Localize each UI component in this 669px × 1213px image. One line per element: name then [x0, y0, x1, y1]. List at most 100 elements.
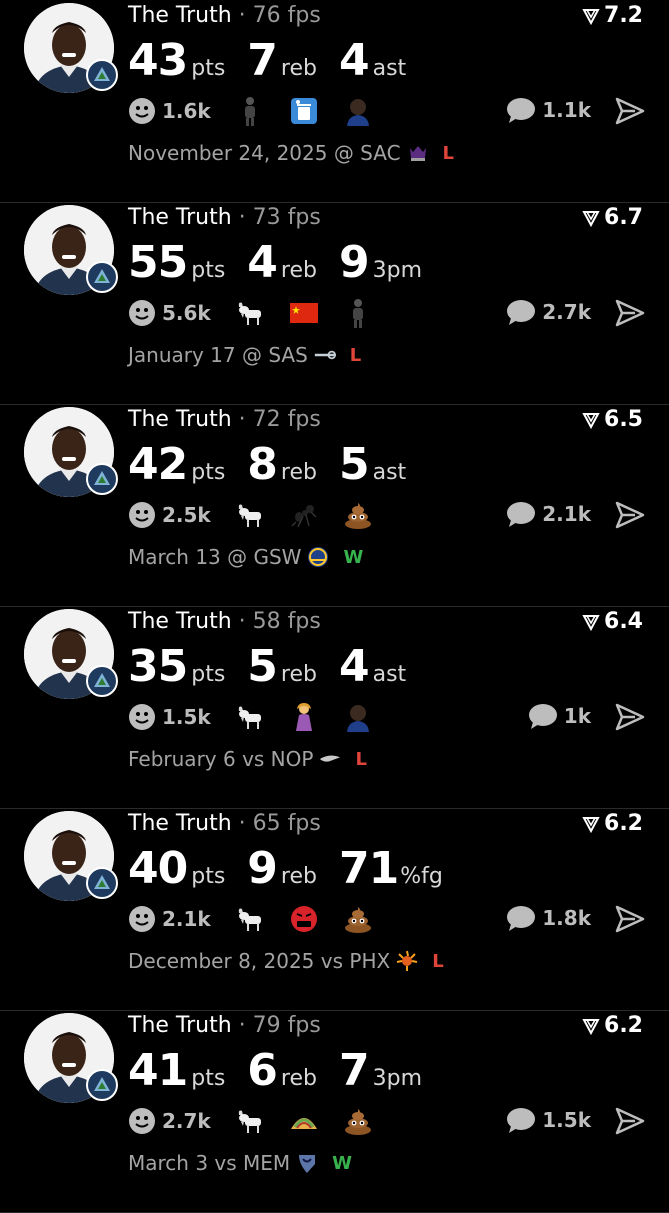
stat-unit: reb: [280, 56, 317, 81]
comment-icon: [507, 98, 536, 123]
post-card[interactable]: The Truth · 76 fps 7.2 43 pts 7 reb 4 ast 1.6…: [0, 1, 669, 203]
spurs-logo-icon: [314, 344, 336, 366]
goat-icon[interactable]: [233, 1106, 267, 1136]
like-count: 2.1k: [162, 907, 211, 931]
game-info[interactable]: December 8, 2025 vs PHX L: [128, 949, 444, 973]
smiley-react-icon[interactable]: [128, 703, 156, 731]
comment-icon: [528, 704, 557, 729]
poop-icon[interactable]: [341, 904, 375, 934]
game-label: March 3 vs MEM: [128, 1151, 291, 1175]
game-info[interactable]: February 6 vs NOP L: [128, 747, 367, 771]
stat-unit: %fg: [400, 864, 443, 889]
smiley-react-icon[interactable]: [128, 905, 156, 933]
smiley-react-icon[interactable]: [128, 299, 156, 327]
stat-value: 40: [128, 843, 188, 894]
player-silhouette-icon[interactable]: [341, 298, 375, 328]
stat-line: 41 pts 6 reb 7 3pm: [128, 1045, 444, 1096]
game-info[interactable]: January 17 @ SAS L: [128, 343, 361, 367]
comment-icon: [507, 1108, 536, 1133]
china-flag-icon[interactable]: [287, 298, 321, 328]
result-badge: W: [332, 1152, 353, 1174]
send-icon[interactable]: [615, 703, 645, 731]
ant-icon[interactable]: [287, 500, 321, 530]
rating-value: 6.4: [604, 609, 643, 634]
author-name[interactable]: The Truth: [128, 1013, 232, 1038]
stat-value: 42: [128, 439, 188, 490]
stat-unit: pts: [191, 460, 226, 485]
like-count: 1.5k: [162, 705, 211, 729]
game-info[interactable]: March 13 @ GSW W: [128, 545, 363, 569]
comment-count: 1.1k: [542, 98, 591, 122]
send-icon[interactable]: [615, 905, 645, 933]
send-icon[interactable]: [615, 1107, 645, 1135]
goat-icon[interactable]: [233, 500, 267, 530]
like-count: 2.5k: [162, 503, 211, 527]
stat-unit: 3pm: [372, 1066, 423, 1091]
trash-can-icon[interactable]: [287, 96, 321, 126]
fps-label: · 79 fps: [231, 1013, 321, 1038]
cursing-face-icon[interactable]: [287, 904, 321, 934]
poop-icon[interactable]: [341, 500, 375, 530]
woman-emoji-icon[interactable]: [287, 702, 321, 732]
team-badge-icon: [86, 261, 118, 293]
suns-logo-icon: [396, 950, 418, 972]
post-card[interactable]: The Truth · 73 fps 6.7 55 pts 4 reb 9 3pm 5.6…: [0, 203, 669, 405]
stat-unit: reb: [280, 258, 317, 283]
player-portrait-icon[interactable]: [341, 96, 375, 126]
goat-icon[interactable]: [233, 702, 267, 732]
taco-icon[interactable]: [287, 1106, 321, 1136]
stat-unit: reb: [280, 1066, 317, 1091]
goat-icon[interactable]: [233, 298, 267, 328]
game-label: December 8, 2025 vs PHX: [128, 949, 391, 973]
send-icon[interactable]: [615, 299, 645, 327]
comments-button[interactable]: 1.5k: [506, 1106, 591, 1134]
game-info[interactable]: November 24, 2025 @ SAC L: [128, 141, 454, 165]
game-info[interactable]: March 3 vs MEM W: [128, 1151, 352, 1175]
comment-icon: [507, 300, 536, 325]
post-card[interactable]: The Truth · 72 fps 6.5 42 pts 8 reb 5 ast 2.5…: [0, 405, 669, 607]
post-card[interactable]: The Truth · 79 fps 6.2 41 pts 6 reb 7 3pm 2.7…: [0, 1011, 669, 1213]
reactions-bar: 1.5k: [128, 702, 395, 732]
result-badge: L: [349, 344, 362, 366]
game-label: February 6 vs NOP: [128, 747, 314, 771]
author-name[interactable]: The Truth: [128, 407, 232, 432]
smiley-react-icon[interactable]: [128, 501, 156, 529]
post-card[interactable]: The Truth · 58 fps 6.4 35 pts 5 reb 4 ast 1.5…: [0, 607, 669, 809]
smiley-react-icon[interactable]: [128, 1107, 156, 1135]
poop-icon[interactable]: [341, 1106, 375, 1136]
stat-value: 7: [247, 35, 278, 86]
team-badge-icon: [86, 59, 118, 91]
comments-button[interactable]: 1.1k: [506, 96, 591, 124]
rating-value: 6.5: [604, 407, 643, 432]
stat-unit: reb: [280, 460, 317, 485]
send-icon[interactable]: [615, 97, 645, 125]
comment-count: 2.1k: [542, 502, 591, 526]
author-name[interactable]: The Truth: [128, 3, 232, 28]
stat-value: 5: [247, 641, 278, 692]
smiley-react-icon[interactable]: [128, 97, 156, 125]
author-name[interactable]: The Truth: [128, 811, 232, 836]
stat-unit: 3pm: [372, 258, 423, 283]
send-icon[interactable]: [615, 501, 645, 529]
post-header: The Truth · 76 fps: [128, 3, 321, 28]
player-portrait-icon[interactable]: [341, 702, 375, 732]
author-name[interactable]: The Truth: [128, 205, 232, 230]
pelicans-logo-icon: [319, 748, 341, 770]
reactions-bar: 2.5k: [128, 500, 395, 530]
author-name[interactable]: The Truth: [128, 609, 232, 634]
goat-icon[interactable]: [233, 904, 267, 934]
comments-button[interactable]: 2.7k: [506, 298, 591, 326]
post-header: The Truth · 79 fps: [128, 1013, 321, 1038]
comments-button[interactable]: 1.8k: [506, 904, 591, 932]
comment-count: 1.5k: [542, 1108, 591, 1132]
post-card[interactable]: The Truth · 65 fps 6.2 40 pts 9 reb 71 %fg 2.…: [0, 809, 669, 1011]
stat-value: 9: [247, 843, 278, 894]
stat-value: 5: [338, 439, 370, 490]
comments-button[interactable]: 1k: [528, 702, 591, 730]
player-silhouette-icon[interactable]: [233, 96, 267, 126]
stat-value: 7: [338, 1045, 370, 1096]
stat-line: 40 pts 9 reb 71 %fg: [128, 843, 465, 894]
comments-button[interactable]: 2.1k: [506, 500, 591, 528]
fps-label: · 76 fps: [231, 3, 321, 28]
stat-unit: ast: [372, 662, 407, 687]
